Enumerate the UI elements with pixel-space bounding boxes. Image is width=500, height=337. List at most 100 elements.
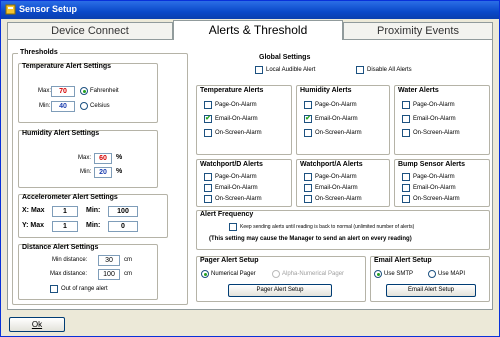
alert-option-label: Email-On-Alarm (215, 116, 258, 122)
humidity-min-label: Min: (80, 169, 92, 175)
accel-x-max-label: X: Max (22, 207, 45, 214)
alert-group-title: Water Alerts (398, 87, 439, 94)
window-title: Sensor Setup (19, 4, 78, 14)
temp-min-input[interactable]: 40 (51, 101, 75, 112)
distance-max-unit: cm (124, 271, 132, 277)
local-audible-checkbox[interactable] (255, 66, 263, 74)
alerts-threshold-panel: Thresholds Temperature Alert Settings Ma… (7, 39, 493, 310)
alert-option-checkbox[interactable] (402, 115, 410, 123)
accel-y-min-input[interactable]: 0 (108, 221, 138, 232)
pager-setup-title: Pager Alert Setup (200, 257, 259, 264)
tab-proximity-events[interactable]: Proximity Events (343, 22, 493, 39)
alert-option-checkbox[interactable] (304, 101, 312, 109)
smtp-radio[interactable] (374, 270, 382, 278)
accel-x-min-input[interactable]: 100 (108, 206, 138, 217)
mapi-label: Use MAPI (438, 271, 466, 277)
alert-option-checkbox[interactable] (304, 184, 312, 192)
alert-option-checkbox[interactable] (304, 195, 312, 203)
alert-option-checkbox[interactable] (204, 101, 212, 109)
alpha-pager-radio[interactable] (272, 270, 280, 278)
alert-option-checkbox[interactable] (204, 173, 212, 181)
local-audible-label: Local Audible Alert (266, 67, 316, 73)
humidity-max-unit: % (116, 154, 123, 161)
alert-option-label: Page-On-Alarm (215, 102, 257, 108)
alert-option-checkbox[interactable] (304, 173, 312, 181)
app-icon (5, 4, 16, 15)
humidity-min-unit: % (116, 168, 123, 175)
alert-frequency-title: Alert Frequency (200, 211, 254, 218)
alert-option-checkbox[interactable] (402, 173, 410, 181)
smtp-label: Use SMTP (384, 271, 414, 277)
alert-group-title: Watchport/A Alerts (300, 161, 363, 168)
alert-option-checkbox[interactable] (204, 195, 212, 203)
distance-max-label: Max distance: (50, 271, 88, 277)
temp-max-input[interactable]: 70 (51, 86, 75, 97)
out-of-range-checkbox[interactable] (50, 285, 58, 293)
alert-option-checkbox[interactable]: ✔ (304, 115, 312, 123)
alert-option-checkbox[interactable] (204, 129, 212, 137)
alert-option-checkbox[interactable] (402, 129, 410, 137)
accel-y-max-input[interactable]: 1 (52, 221, 78, 232)
alert-option-label: Email-On-Alarm (315, 185, 358, 191)
alert-group-title: Bump Sensor Alerts (398, 161, 466, 168)
alert-option-checkbox[interactable] (402, 101, 410, 109)
alert-option-checkbox[interactable] (304, 129, 312, 137)
celsius-label: Celsius (90, 103, 110, 109)
tab-alerts-threshold[interactable]: Alerts & Threshold (173, 20, 343, 40)
alpha-pager-label: Alpha-Numerical Pager (282, 271, 345, 277)
alert-option-label: Email-On-Alarm (413, 116, 456, 122)
alert-option-checkbox[interactable] (204, 184, 212, 192)
sensor-setup-window: Sensor Setup Device Connect Alerts & Thr… (0, 0, 500, 337)
thresholds-title: Thresholds (18, 49, 60, 56)
mapi-radio[interactable] (428, 270, 436, 278)
email-setup-title: Email Alert Setup (374, 257, 432, 264)
humidity-settings-title: Humidity Alert Settings (22, 130, 100, 137)
humidity-min-input[interactable]: 20 (94, 167, 112, 178)
distance-min-unit: cm (124, 257, 132, 263)
numerical-pager-radio[interactable] (201, 270, 209, 278)
accelerometer-settings-title: Accelerometer Alert Settings (22, 194, 118, 201)
frequency-warning: (This setting may cause the Manager to s… (209, 236, 412, 242)
numerical-pager-label: Numerical Pager (211, 271, 256, 277)
alert-option-label: On-Screen-Alarm (413, 130, 460, 136)
accel-x-max-input[interactable]: 1 (52, 206, 78, 217)
tab-device-connect[interactable]: Device Connect (7, 22, 173, 39)
celsius-radio[interactable] (80, 102, 88, 110)
accel-x-min-label: Min: (86, 207, 101, 214)
out-of-range-label: Out of range alert (61, 286, 108, 292)
alert-option-checkbox[interactable]: ✔ (204, 115, 212, 123)
alert-group-title: Temperature Alerts (200, 87, 264, 94)
alert-option-label: Email-On-Alarm (215, 185, 258, 191)
alert-option-label: On-Screen-Alarm (315, 130, 362, 136)
tab-label: Device Connect (51, 25, 129, 37)
tab-label: Alerts & Threshold (208, 23, 308, 37)
pager-setup-button[interactable]: Pager Alert Setup (228, 284, 332, 297)
alert-option-label: On-Screen-Alarm (413, 196, 460, 202)
distance-max-input[interactable]: 100 (98, 269, 120, 280)
ok-button[interactable]: Ok (9, 317, 65, 332)
alert-option-label: On-Screen-Alarm (215, 196, 262, 202)
title-bar: Sensor Setup (1, 1, 499, 19)
temp-max-label: Max: (38, 88, 52, 94)
alert-option-label: Page-On-Alarm (315, 102, 357, 108)
fahrenheit-label: Fahrenheit (90, 88, 119, 94)
humidity-max-input[interactable]: 60 (94, 153, 112, 164)
disable-all-checkbox[interactable] (356, 66, 364, 74)
distance-min-label: Min distance: (52, 257, 88, 263)
keep-sending-label: Keep sending alerts until reading is bac… (240, 224, 415, 230)
email-setup-button[interactable]: Email Alert Setup (386, 284, 476, 297)
alert-option-label: Page-On-Alarm (315, 174, 357, 180)
alert-option-label: Page-On-Alarm (215, 174, 257, 180)
temp-min-label: Min: (39, 103, 51, 109)
fahrenheit-radio[interactable] (80, 87, 88, 95)
alert-group-title: Watchport/D Alerts (200, 161, 263, 168)
keep-sending-checkbox[interactable] (229, 223, 237, 231)
alert-option-label: Email-On-Alarm (413, 185, 456, 191)
alert-option-label: Email-On-Alarm (315, 116, 358, 122)
alert-option-checkbox[interactable] (402, 184, 410, 192)
alert-option-label: On-Screen-Alarm (315, 196, 362, 202)
temperature-settings-title: Temperature Alert Settings (22, 63, 112, 70)
distance-min-input[interactable]: 30 (98, 255, 120, 266)
alert-option-checkbox[interactable] (402, 195, 410, 203)
accel-y-max-label: Y: Max (22, 222, 45, 229)
